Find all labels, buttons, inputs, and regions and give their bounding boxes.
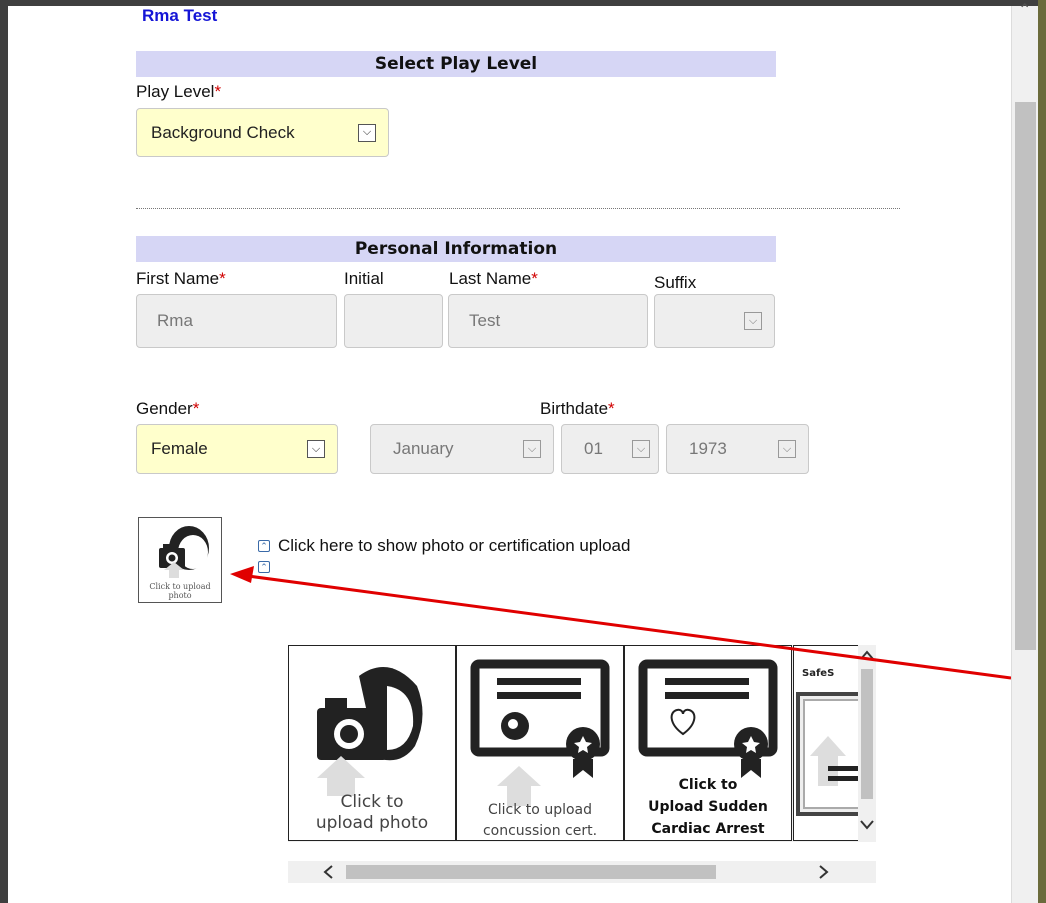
page-vertical-scrollbar[interactable]: ⌃	[1011, 2, 1038, 903]
annotation-arrow	[230, 566, 1011, 680]
background-window-edge	[1038, 0, 1046, 903]
registration-frame: Rma Test Select Play Level Play Level* B…	[8, 6, 1011, 903]
page-scrollbar-thumb[interactable]	[1015, 102, 1036, 650]
chevron-up-icon[interactable]: ⌃	[1018, 0, 1031, 20]
